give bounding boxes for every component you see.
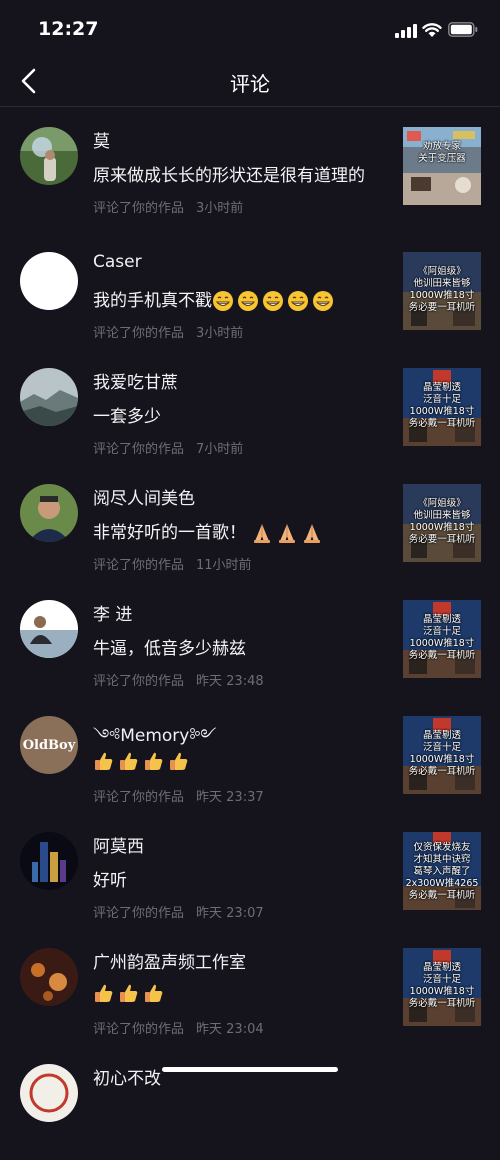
video-thumbnail[interactable]: 晶莹剔透 泛音十足 1000W推18寸 务必戴一耳机听 xyxy=(403,716,481,794)
comment-time: 11小时前 xyxy=(196,558,252,573)
username[interactable]: 广州韵盈声频工作室 xyxy=(93,948,246,973)
thumbs-up-emoji-icon xyxy=(95,984,113,1002)
avatar[interactable] xyxy=(20,127,78,185)
pray-emoji-icon xyxy=(304,524,321,543)
thumbnail-caption: 晶莹剔透 泛音十足 1000W推18寸 务必戴一耳机听 xyxy=(408,730,476,777)
video-thumbnail[interactable]: 晶莹剔透 泛音十足 1000W推18寸 务必戴一耳机听 xyxy=(403,600,481,678)
username[interactable]: 阅尽人间美色 xyxy=(93,484,195,509)
signal-icon xyxy=(395,24,417,38)
wifi-icon xyxy=(422,23,442,37)
video-thumbnail[interactable]: 《阿姐级》 他训田来皆够 1000W推18寸 务必要一耳机听 xyxy=(403,252,481,330)
comment-meta: 评论了你的作品 3小时前 xyxy=(93,326,244,341)
battery-icon xyxy=(448,22,478,37)
thumbnail-caption: 《阿姐级》 他训田来皆够 1000W推18寸 务必要一耳机听 xyxy=(408,266,476,313)
avatar[interactable] xyxy=(20,252,78,310)
comment-row[interactable]: 阿莫西 好听 评论了你的作品 昨天 23:07 仅资保发烧友 才知其中诀窍 葛琴入… xyxy=(0,812,500,928)
thumbs-up-emoji-icon xyxy=(120,752,138,770)
comment-row[interactable]: Caser 我的手机真不戳 评论了你的作品 3小时前 《阿姐级》 他训田来皆够 1… xyxy=(0,232,500,348)
comment-time: 7小时前 xyxy=(196,442,244,457)
comment-text xyxy=(93,750,193,772)
emoji-group xyxy=(212,291,337,311)
avatar[interactable] xyxy=(20,484,78,542)
pray-emoji-icon xyxy=(254,524,271,543)
comment-text: 非常好听的一首歌！ xyxy=(93,518,326,544)
video-thumbnail[interactable]: 仅资保发烧友 才知其中诀窍 葛琴入声醒了 2x300W推4265 务必戴一耳机听 xyxy=(403,832,481,910)
avatar[interactable] xyxy=(20,1064,78,1122)
thumbs-up-emoji-icon xyxy=(170,752,188,770)
grin-emoji-icon xyxy=(238,291,258,311)
grin-emoji-icon xyxy=(288,291,308,311)
page-title: 评论 xyxy=(230,72,270,96)
status-bar: 12:27 xyxy=(0,0,500,58)
username[interactable]: 阿莫西 xyxy=(93,832,144,857)
comment-meta: 评论了你的作品 昨天 23:37 xyxy=(93,790,264,805)
username[interactable]: Caser xyxy=(93,252,142,272)
thumbs-up-emoji-icon xyxy=(120,984,138,1002)
thumbnail-caption: 仅资保发烧友 才知其中诀窍 葛琴入声醒了 2x300W推4265 务必戴一耳机听 xyxy=(405,842,479,901)
comment-row[interactable]: 我爱吃甘蔗 一套多少 评论了你的作品 7小时前 晶莹剔透 泛音十足 1000W推1… xyxy=(0,348,500,464)
comment-row[interactable]: OldBoy ༺Memory༻ 评论了你的作品 昨天 23:37 晶莹剔透 泛音十… xyxy=(0,696,500,812)
comment-row[interactable]: 阅尽人间美色 非常好听的一首歌！ 评论了你的作品 11小时前 《阿姐级》 他训田来… xyxy=(0,464,500,580)
comment-row[interactable]: 初心不改 xyxy=(0,1044,500,1160)
thumbs-up-emoji-icon xyxy=(145,752,163,770)
video-thumbnail[interactable]: 晶莹剔透 泛音十足 1000W推18寸 务必戴一耳机听 xyxy=(403,948,481,1026)
video-thumbnail[interactable]: 《阿姐级》 他训田来皆够 1000W推18寸 务必要一耳机听 xyxy=(403,484,481,562)
comment-time: 昨天 23:37 xyxy=(196,790,264,805)
comment-meta: 评论了你的作品 昨天 23:04 xyxy=(93,1022,264,1037)
comment-text: 我的手机真不戳 xyxy=(93,286,337,312)
emoji-group xyxy=(93,751,193,771)
grin-emoji-icon xyxy=(263,291,283,311)
username[interactable]: 初心不改 xyxy=(93,1064,161,1089)
home-indicator[interactable] xyxy=(162,1067,338,1072)
status-time: 12:27 xyxy=(38,18,99,40)
comment-row[interactable]: 莫 原来做成长长的形状还是很有道理的 评论了你的作品 3小时前 劝放专家 关于变压… xyxy=(0,107,500,223)
grin-emoji-icon xyxy=(313,291,333,311)
nav-bar: 评论 xyxy=(0,58,500,107)
comment-time: 3小时前 xyxy=(196,326,244,341)
thumbnail-caption: 晶莹剔透 泛音十足 1000W推18寸 务必戴一耳机听 xyxy=(408,382,476,429)
comment-meta: 评论了你的作品 7小时前 xyxy=(93,442,244,457)
emoji-group xyxy=(93,983,168,1003)
thumbnail-caption: 劝放专家 关于变压器 xyxy=(418,141,466,164)
username[interactable]: 我爱吃甘蔗 xyxy=(93,368,178,393)
comment-text: 一套多少 xyxy=(93,407,161,427)
avatar[interactable]: OldBoy xyxy=(20,716,78,774)
username[interactable]: 李 进 xyxy=(93,600,132,625)
thumbnail-caption: 晶莹剔透 泛音十足 1000W推18寸 务必戴一耳机听 xyxy=(408,614,476,661)
username[interactable]: 莫 xyxy=(93,127,110,152)
comment-time: 3小时前 xyxy=(196,201,244,216)
thumbnail-caption: 晶莹剔透 泛音十足 1000W推18寸 务必戴一耳机听 xyxy=(408,962,476,1009)
comment-meta: 评论了你的作品 昨天 23:48 xyxy=(93,674,264,689)
avatar[interactable] xyxy=(20,832,78,890)
avatar[interactable] xyxy=(20,600,78,658)
video-thumbnail[interactable]: 劝放专家 关于变压器 xyxy=(403,127,481,205)
avatar-logo-text: OldBoy xyxy=(23,738,76,753)
pray-emoji-icon xyxy=(279,524,296,543)
comment-time: 昨天 23:07 xyxy=(196,906,264,921)
comment-text xyxy=(93,982,168,1004)
comment-text: 好听 xyxy=(93,871,127,891)
comment-time: 昨天 23:48 xyxy=(196,674,264,689)
comment-meta: 评论了你的作品 3小时前 xyxy=(93,201,244,216)
comment-row[interactable]: 李 进 牛逼，低音多少赫兹 评论了你的作品 昨天 23:48 晶莹剔透 泛音十足 … xyxy=(0,580,500,696)
emoji-group xyxy=(251,523,326,543)
avatar[interactable] xyxy=(20,948,78,1006)
thumbnail-caption: 《阿姐级》 他训田来皆够 1000W推18寸 务必要一耳机听 xyxy=(408,498,476,545)
thumbs-up-emoji-icon xyxy=(145,984,163,1002)
comment-text: 牛逼，低音多少赫兹 xyxy=(93,639,246,659)
comment-time: 昨天 23:04 xyxy=(196,1022,264,1037)
video-thumbnail[interactable]: 晶莹剔透 泛音十足 1000W推18寸 务必戴一耳机听 xyxy=(403,368,481,446)
grin-emoji-icon xyxy=(213,291,233,311)
avatar[interactable] xyxy=(20,368,78,426)
thumbs-up-emoji-icon xyxy=(95,752,113,770)
comment-text: 原来做成长长的形状还是很有道理的 xyxy=(93,166,365,186)
comment-row[interactable]: 广州韵盈声频工作室 评论了你的作品 昨天 23:04 晶莹剔透 泛音十足 1000… xyxy=(0,928,500,1044)
comment-meta: 评论了你的作品 昨天 23:07 xyxy=(93,906,264,921)
comment-meta: 评论了你的作品 11小时前 xyxy=(93,558,252,573)
